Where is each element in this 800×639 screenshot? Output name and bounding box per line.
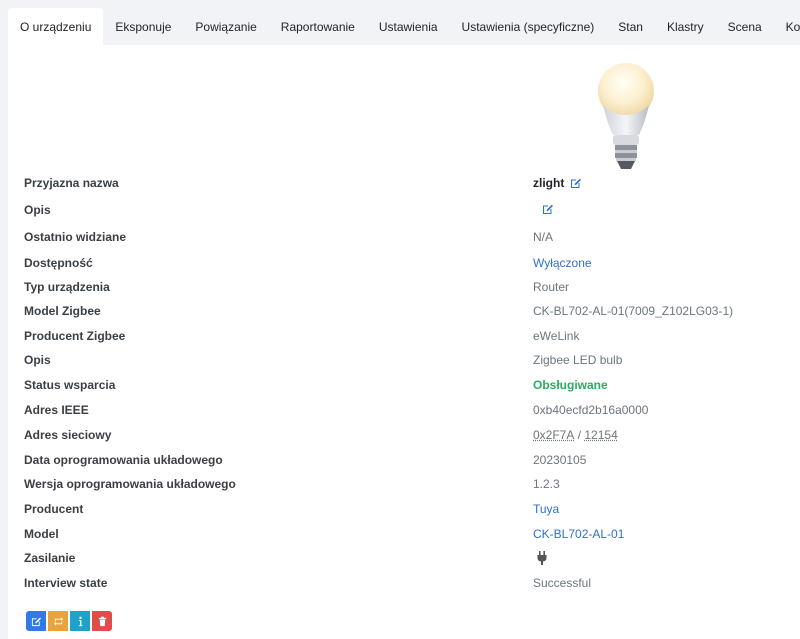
remove-button[interactable] bbox=[92, 611, 112, 631]
device-info-panel: Przyjazna nazwa zlight Opis Ostatnio wid… bbox=[8, 45, 800, 639]
tab-bar: O urządzeniu Eksponuje Powiązanie Raport… bbox=[0, 0, 800, 45]
friendly-name-value: zlight bbox=[533, 176, 582, 190]
firmware-date-label: Data oprogramowania układowego bbox=[24, 453, 223, 467]
row-ieee-address: Adres IEEE 0xb40ecfd2b16a0000 bbox=[8, 400, 800, 422]
last-seen-value: N/A bbox=[533, 230, 553, 244]
reconfigure-button[interactable] bbox=[48, 611, 68, 631]
reconfigure-icon bbox=[53, 616, 64, 627]
availability-link[interactable]: Wyłączone bbox=[533, 256, 592, 270]
network-address-value: 0x2F7A / 12154 bbox=[533, 428, 618, 442]
zigbee-manufacturer-value: eWeLink bbox=[533, 329, 579, 343]
model-link[interactable]: CK-BL702-AL-01 bbox=[533, 527, 624, 541]
network-address-label: Adres sieciowy bbox=[24, 428, 111, 442]
tab-console[interactable]: Konsola bbox=[774, 8, 800, 45]
power-label: Zasilanie bbox=[24, 551, 75, 565]
firmware-date-value: 20230105 bbox=[533, 453, 586, 467]
device-type-value: Router bbox=[533, 280, 569, 294]
tab-scene[interactable]: Scena bbox=[716, 8, 774, 45]
ieee-address-value: 0xb40ecfd2b16a0000 bbox=[533, 403, 648, 417]
availability-label: Dostępność bbox=[24, 256, 93, 270]
light-bulb-icon bbox=[593, 61, 659, 173]
row-friendly-name: Przyjazna nazwa zlight bbox=[8, 173, 800, 195]
tab-reporting[interactable]: Raportowanie bbox=[269, 8, 367, 45]
support-status-label: Status wsparcia bbox=[24, 378, 115, 392]
device-actions bbox=[26, 611, 112, 631]
interview-state-value: Successful bbox=[533, 576, 591, 590]
network-address-dec: 12154 bbox=[584, 428, 617, 442]
tab-settings[interactable]: Ustawienia bbox=[367, 8, 450, 45]
row-interview-state: Interview state Successful bbox=[8, 573, 800, 595]
row-zigbee-model: Model Zigbee CK-BL702-AL-01(7009_Z102LG0… bbox=[8, 301, 800, 323]
description-edit-value bbox=[542, 203, 554, 215]
row-firmware-date: Data oprogramowania układowego 20230105 bbox=[8, 450, 800, 472]
firmware-version-label: Wersja oprogramowania układowego bbox=[24, 477, 236, 491]
interview-button[interactable] bbox=[70, 611, 90, 631]
trash-icon bbox=[97, 616, 108, 627]
firmware-version-value: 1.2.3 bbox=[533, 477, 560, 491]
manufacturer-link[interactable]: Tuya bbox=[533, 502, 559, 516]
description-label: Opis bbox=[24, 203, 51, 217]
network-address-hex: 0x2F7A bbox=[533, 428, 574, 442]
tab-settings-specific[interactable]: Ustawienia (specyficzne) bbox=[450, 8, 607, 45]
row-availability: Dostępność Wyłączone bbox=[8, 253, 800, 275]
zigbee-model-label: Model Zigbee bbox=[24, 304, 101, 318]
interview-state-label: Interview state bbox=[24, 576, 107, 590]
row-zigbee-manufacturer: Producent Zigbee eWeLink bbox=[8, 326, 800, 348]
rename-button[interactable] bbox=[26, 611, 46, 631]
row-network-address: Adres sieciowy 0x2F7A / 12154 bbox=[8, 425, 800, 447]
zigbee-model-value: CK-BL702-AL-01(7009_Z102LG03-1) bbox=[533, 304, 733, 318]
plug-icon bbox=[536, 551, 548, 565]
row-support-status: Status wsparcia Obsługiwane bbox=[8, 375, 800, 397]
row-last-seen: Ostatnio widziane N/A bbox=[8, 227, 800, 249]
device-type-label: Typ urządzenia bbox=[24, 280, 110, 294]
edit-icon[interactable] bbox=[542, 203, 554, 215]
row-device-type: Typ urządzenia Router bbox=[8, 277, 800, 299]
tab-state[interactable]: Stan bbox=[606, 8, 655, 45]
description-label: Opis bbox=[24, 353, 51, 367]
last-seen-label: Ostatnio widziane bbox=[24, 230, 126, 244]
friendly-name-label: Przyjazna nazwa bbox=[24, 176, 119, 190]
row-firmware-version: Wersja oprogramowania układowego 1.2.3 bbox=[8, 474, 800, 496]
edit-icon bbox=[31, 616, 42, 627]
manufacturer-label: Producent bbox=[24, 502, 83, 516]
model-label: Model bbox=[24, 527, 59, 541]
row-power: Zasilanie bbox=[8, 548, 800, 570]
row-description: Opis Zigbee LED bulb bbox=[8, 350, 800, 372]
row-description-edit: Opis bbox=[8, 200, 800, 222]
network-address-separator: / bbox=[574, 428, 584, 442]
support-status-value: Obsługiwane bbox=[533, 378, 608, 392]
tab-bind[interactable]: Powiązanie bbox=[183, 8, 268, 45]
edit-icon[interactable] bbox=[570, 177, 582, 189]
row-model: Model CK-BL702-AL-01 bbox=[8, 524, 800, 546]
tab-exposes[interactable]: Eksponuje bbox=[103, 8, 183, 45]
power-value bbox=[536, 551, 548, 565]
ieee-address-label: Adres IEEE bbox=[24, 403, 89, 417]
tab-clusters[interactable]: Klastry bbox=[655, 8, 716, 45]
description-value: Zigbee LED bulb bbox=[533, 353, 622, 367]
row-manufacturer: Producent Tuya bbox=[8, 499, 800, 521]
tab-about[interactable]: O urządzeniu bbox=[8, 8, 103, 45]
info-icon bbox=[75, 616, 86, 627]
zigbee-manufacturer-label: Producent Zigbee bbox=[24, 329, 125, 343]
